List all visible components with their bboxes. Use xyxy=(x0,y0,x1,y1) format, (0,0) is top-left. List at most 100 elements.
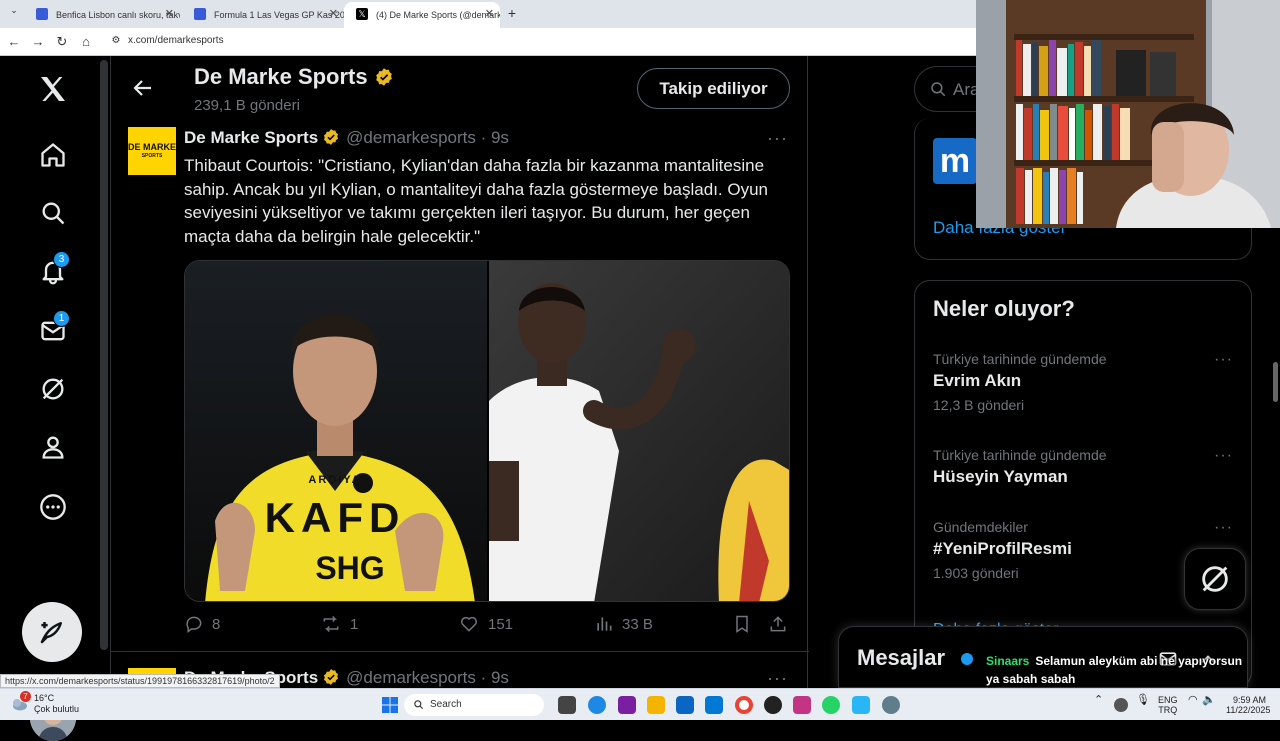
tweet-more-icon[interactable]: ··· xyxy=(767,668,788,689)
home-icon[interactable] xyxy=(36,138,70,172)
task-view-icon[interactable] xyxy=(558,696,576,714)
x-logo-icon[interactable] xyxy=(36,72,70,106)
trend-name: Evrim Akın xyxy=(933,371,1022,390)
browser-tab-1[interactable]: Benfica Lisbon canlı skoru, takvi ✕ xyxy=(24,2,180,28)
jersey-sponsor-text-2: SHG xyxy=(315,550,384,586)
windows-taskbar: 7 16°C Çok bulutlu Search ⌃ 🎙 ENG TRQ ◠ … xyxy=(0,688,1280,720)
trend-more-icon[interactable]: ··· xyxy=(1214,519,1233,537)
grok-icon[interactable] xyxy=(36,372,70,406)
author-handle-time[interactable]: @demarkesports · 9s xyxy=(346,128,509,147)
trend-item[interactable]: Türkiye tarihinde gündemde Evrim Akın 12… xyxy=(933,351,1233,413)
outlook-icon[interactable] xyxy=(705,696,723,714)
home-icon[interactable]: ⌂ xyxy=(78,34,94,49)
tweet-media[interactable]: KAFD SHG ARDIYA xyxy=(184,260,790,602)
grok-icon xyxy=(1202,566,1228,592)
file-explorer-icon[interactable] xyxy=(647,696,665,714)
app-icon-3[interactable] xyxy=(852,696,870,714)
repost-icon xyxy=(323,615,339,633)
trend-item[interactable]: Türkiye tarihinde gündemde Hüseyin Yayma… xyxy=(933,447,1233,487)
store-icon[interactable] xyxy=(676,696,694,714)
clock-date: 11/22/2025 xyxy=(1226,705,1271,715)
trend-more-icon[interactable]: ··· xyxy=(1214,447,1233,465)
close-tab-icon[interactable]: ✕ xyxy=(165,7,174,20)
trend-more-icon[interactable]: ··· xyxy=(1214,351,1233,369)
weather-widget[interactable]: 16°C Çok bulutlu xyxy=(34,693,79,715)
browser-tab-3-active[interactable]: 𝕏 (4) De Marke Sports (@demark ✕ xyxy=(344,2,500,28)
left-scrollbar[interactable] xyxy=(100,60,108,650)
webcam-overlay xyxy=(976,0,1280,228)
forward-arrow-icon[interactable]: → xyxy=(30,34,46,49)
tweet-more-icon[interactable]: ··· xyxy=(767,128,788,149)
following-button[interactable]: Takip ediliyor xyxy=(637,68,790,109)
weather-badge: 7 xyxy=(20,691,31,702)
wifi-icon[interactable]: ◠ xyxy=(1188,695,1198,706)
share-button[interactable] xyxy=(768,614,796,634)
tray-chevron-icon[interactable]: ⌃ xyxy=(1094,695,1103,706)
taskbar-search[interactable]: Search xyxy=(404,694,544,716)
back-arrow-icon[interactable]: ← xyxy=(6,34,22,49)
language-indicator[interactable]: ENG TRQ xyxy=(1158,695,1178,715)
app-icon-2[interactable] xyxy=(764,696,782,714)
profile-icon[interactable] xyxy=(36,430,70,464)
close-tab-icon[interactable]: ✕ xyxy=(329,7,338,20)
windows-start-icon[interactable] xyxy=(381,696,399,714)
url-text[interactable]: x.com/demarkesports xyxy=(128,35,224,46)
verified-badge-icon xyxy=(375,68,392,86)
app-icon[interactable] xyxy=(618,696,636,714)
trend-count: 12,3 B gönderi xyxy=(933,397,1025,413)
edge-icon[interactable] xyxy=(588,696,606,714)
whatsapp-icon[interactable] xyxy=(822,696,840,714)
tray-app-icon[interactable] xyxy=(1114,698,1128,712)
volume-icon[interactable]: 🔈 xyxy=(1202,695,1216,706)
reply-icon xyxy=(186,616,202,633)
trend-context: Türkiye tarihinde gündemde xyxy=(933,351,1107,367)
tweet-author[interactable]: De Marke Sports @demarkesports · 9s xyxy=(184,128,509,148)
brand-logo[interactable]: m xyxy=(933,138,977,184)
views-icon xyxy=(597,617,612,631)
notifications-badge: 3 xyxy=(53,251,70,268)
stream-chat-message: Sinaars Selamun aleyküm abi ne yapıyorsun… xyxy=(986,652,1256,688)
browser-tab-2[interactable]: Formula 1 Las Vegas GP Kas 20... ✕ xyxy=(182,2,344,28)
trend-name: Hüseyin Yayman xyxy=(933,467,1068,486)
repost-count: 1 xyxy=(350,615,359,633)
page-title: De Marke Sports xyxy=(194,64,368,89)
x-favicon-icon: 𝕏 xyxy=(356,8,368,20)
heart-icon xyxy=(461,616,477,632)
instagram-icon[interactable] xyxy=(793,696,811,714)
search-icon[interactable] xyxy=(36,196,70,230)
more-icon[interactable] xyxy=(36,490,70,524)
settings-gear-icon[interactable] xyxy=(882,696,900,714)
new-tab-button[interactable]: + xyxy=(504,5,520,21)
grok-button[interactable] xyxy=(1184,548,1246,610)
mic-icon[interactable]: 🎙 xyxy=(1136,695,1150,706)
photo-ronaldo[interactable]: KAFD SHG ARDIYA xyxy=(185,261,487,601)
site-info-icon[interactable]: ⚙ xyxy=(108,35,124,46)
tweet-text: Thibaut Courtois: "Cristiano, Kylian'dan… xyxy=(184,156,768,246)
back-arrow-icon[interactable] xyxy=(131,76,155,100)
verified-badge-icon xyxy=(324,129,339,145)
clock-time: 9:59 AM xyxy=(1232,695,1266,705)
share-icon xyxy=(770,616,786,632)
like-count: 151 xyxy=(488,615,514,633)
author-name[interactable]: De Marke Sports xyxy=(184,128,318,147)
views-button[interactable]: 33 B xyxy=(594,614,653,634)
clock[interactable]: 9:59 AM 11/22/2025 xyxy=(1226,695,1271,715)
avatar-logo-subtext: SPORTS xyxy=(141,153,163,159)
post-button[interactable] xyxy=(22,602,82,662)
tab-list-chevron-icon[interactable]: ⌄ xyxy=(6,5,22,16)
messages-title: Mesajlar xyxy=(857,645,946,670)
tweet-avatar[interactable]: DE MARKE SPORTS xyxy=(128,127,176,175)
scrollbar-thumb[interactable] xyxy=(1273,362,1278,402)
trends-title: Neler oluyor? xyxy=(933,296,1075,321)
author-handle-time[interactable]: @demarkesports · 9s xyxy=(346,668,509,687)
repost-button[interactable]: 1 xyxy=(320,614,358,634)
reply-button[interactable]: 8 xyxy=(184,614,220,634)
chrome-icon[interactable] xyxy=(735,696,753,714)
close-tab-icon[interactable]: ✕ xyxy=(485,7,494,20)
trend-context: Türkiye tarihinde gündemde xyxy=(933,447,1107,463)
like-button[interactable]: 151 xyxy=(458,614,513,634)
bookmark-button[interactable] xyxy=(732,614,760,634)
photo-mbappe[interactable] xyxy=(489,261,789,601)
reload-icon[interactable]: ↻ xyxy=(54,34,70,50)
profile-header: De Marke Sports xyxy=(194,64,394,90)
